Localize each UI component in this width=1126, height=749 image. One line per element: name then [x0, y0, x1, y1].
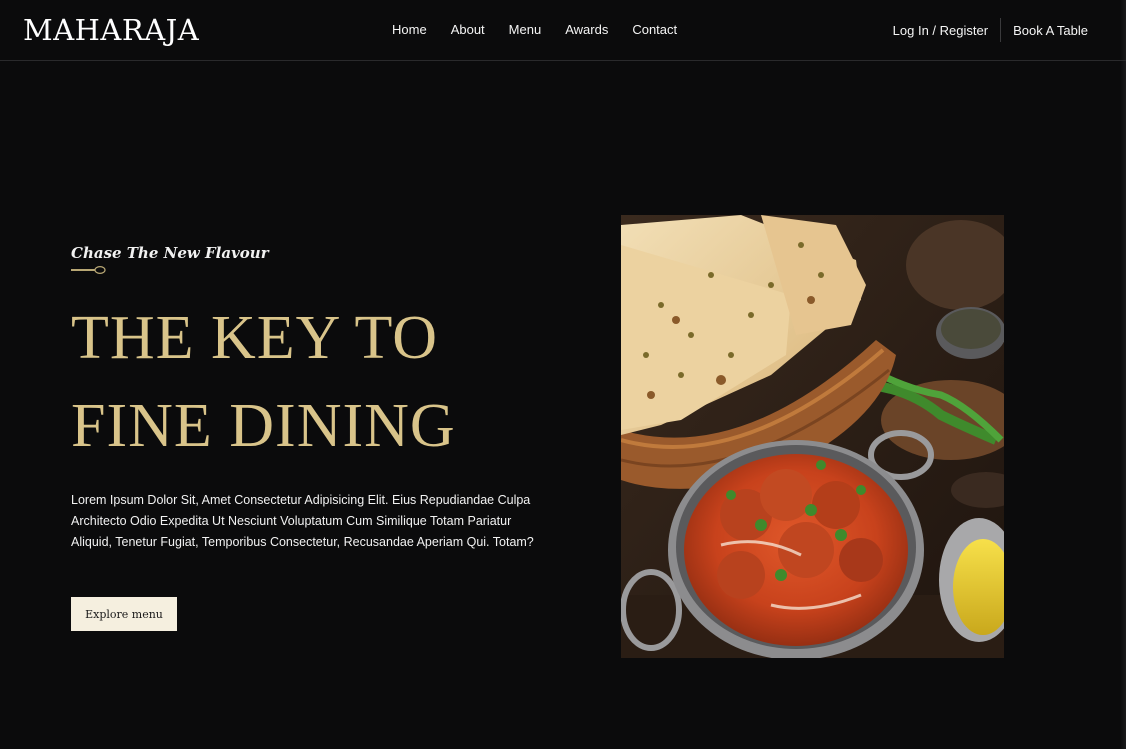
- hero-title-line-2: FINE DINING: [71, 392, 456, 460]
- nav-divider: [1000, 18, 1002, 42]
- navbar: MAHARAJA Home About Menu Awards Contact …: [0, 0, 1126, 61]
- nav-link-menu[interactable]: Menu: [509, 20, 542, 40]
- hero-title-line-1: THE KEY TO: [71, 304, 439, 372]
- main-nav: Home About Menu Awards Contact: [392, 20, 701, 40]
- spoon-icon: [71, 265, 106, 275]
- nav-link-contact[interactable]: Contact: [632, 20, 677, 40]
- hero-title: THE KEY TO FINE DINING: [71, 294, 531, 470]
- brand-logo[interactable]: MAHARAJA: [23, 12, 199, 48]
- hero-food-image: [621, 215, 1004, 658]
- book-table-link[interactable]: Book A Table: [1013, 23, 1088, 38]
- nav-link-about[interactable]: About: [451, 20, 485, 40]
- login-register-link[interactable]: Log In / Register: [893, 23, 1000, 38]
- hero-description: Lorem Ipsum Dolor Sit, Amet Consectetur …: [71, 493, 534, 549]
- nav-link-home[interactable]: Home: [392, 20, 427, 40]
- page-edge: [1120, 0, 1126, 749]
- food-photo-icon: [621, 215, 1004, 658]
- hero-tagline: Chase The New Flavour: [71, 244, 269, 262]
- nav-actions: Log In / Register Book A Table: [893, 18, 1088, 42]
- explore-menu-button[interactable]: Explore menu: [71, 597, 177, 631]
- nav-link-awards[interactable]: Awards: [565, 20, 608, 40]
